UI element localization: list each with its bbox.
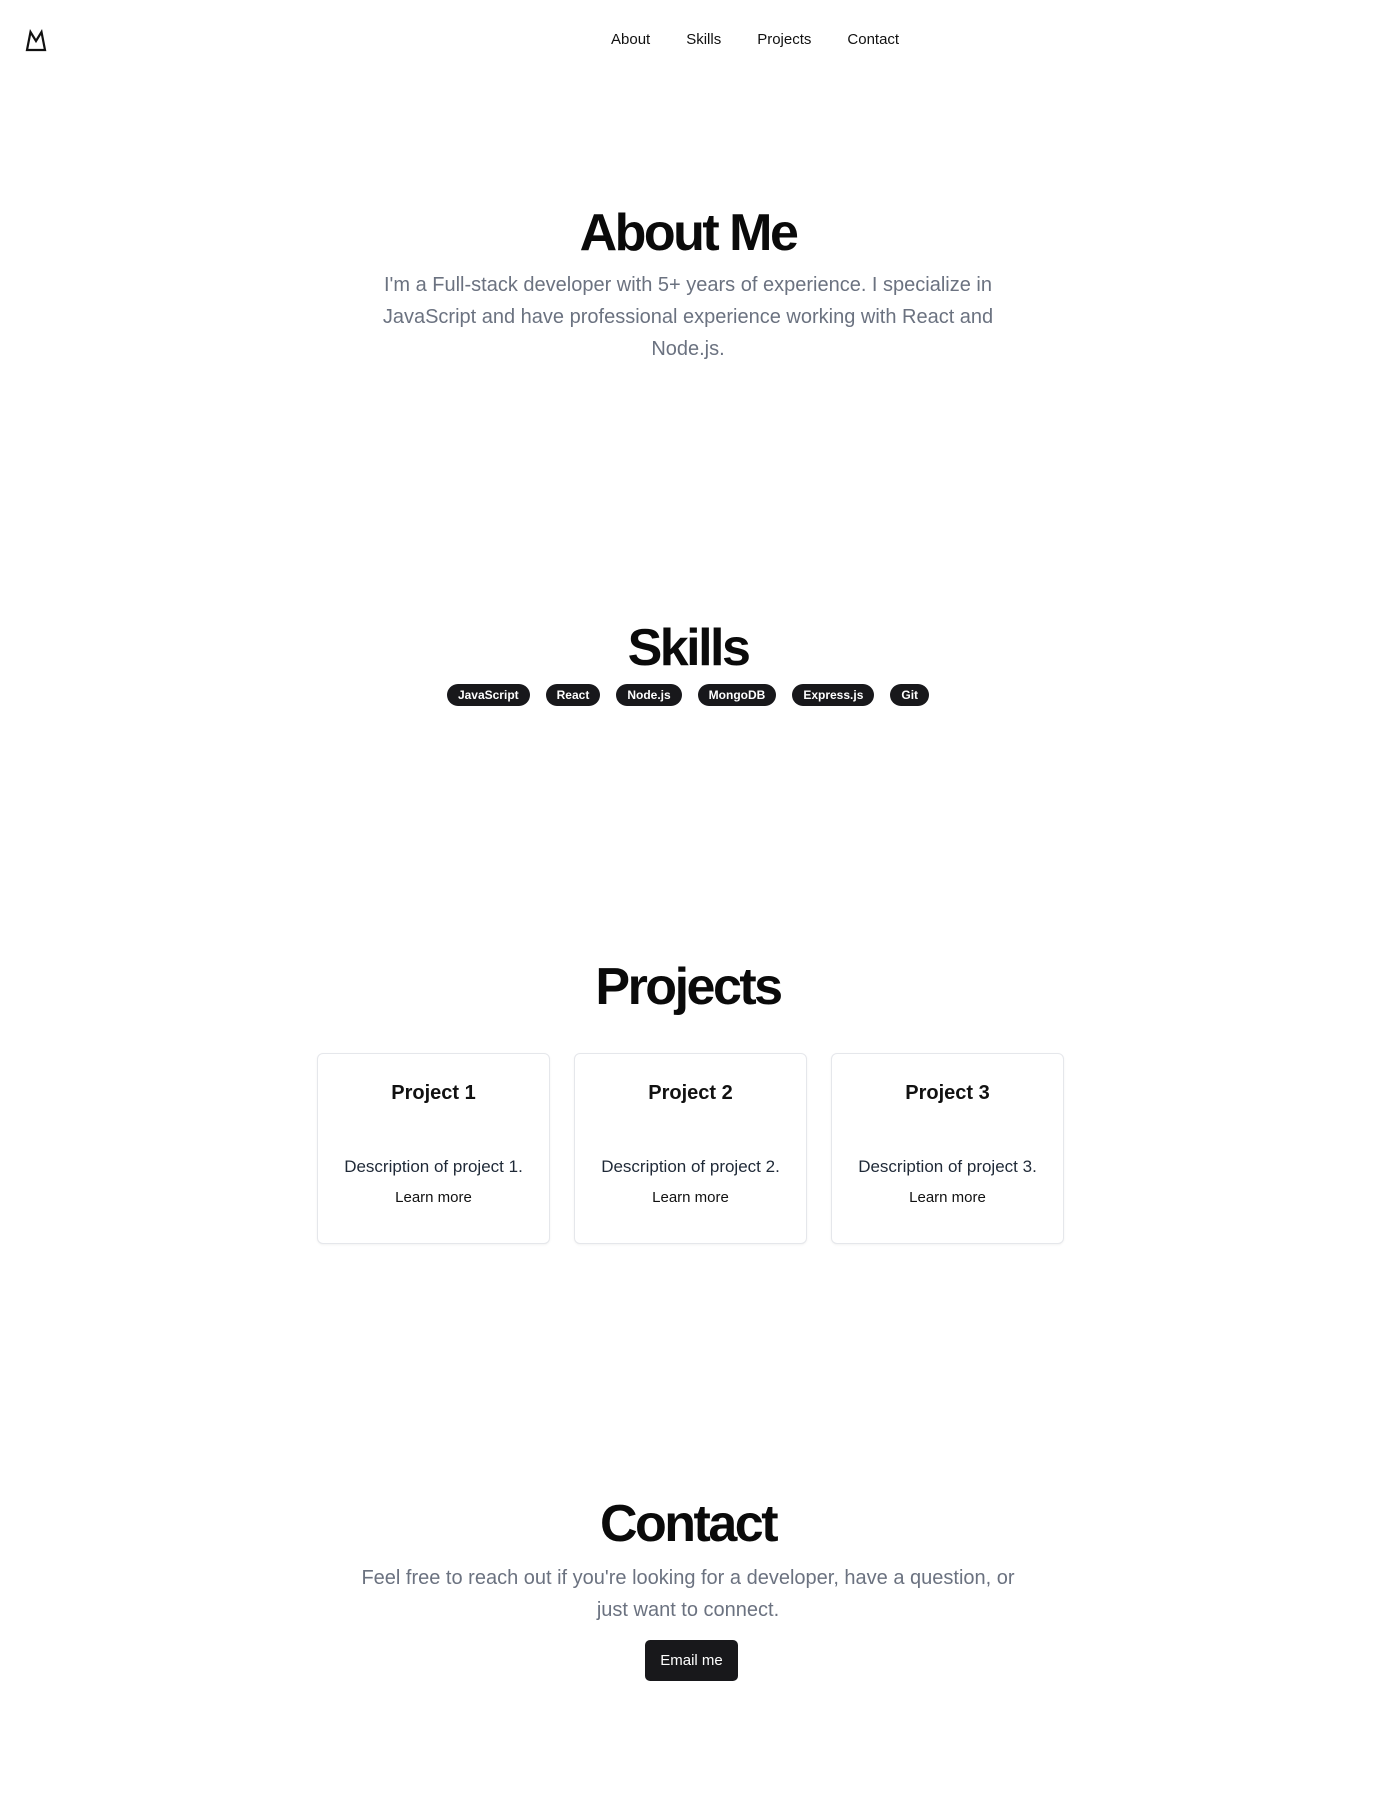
mountain-icon bbox=[25, 29, 47, 52]
about-text-line: JavaScript and have professional experie… bbox=[382, 306, 994, 328]
skills-title: Skills bbox=[627, 619, 751, 677]
learn-more-link[interactable]: Learn more bbox=[318, 1188, 549, 1208]
contact-title: Contact bbox=[599, 1495, 779, 1553]
contact-text: Feel free to reach out if you're looking… bbox=[0, 1562, 1376, 1626]
contact-text-line: Feel free to reach out if you're looking… bbox=[361, 1567, 1015, 1589]
project-card: Project 3 Description of project 3. Lear… bbox=[831, 1053, 1064, 1244]
skill-badge-javascript: JavaScript bbox=[446, 684, 530, 706]
site-header: About Skills Projects Contact bbox=[0, 0, 1376, 80]
project-title: Project 3 bbox=[905, 1082, 990, 1104]
about-text: I'm a Full-stack developer with 5+ years… bbox=[0, 269, 1376, 365]
about-text-line: I'm a Full-stack developer with 5+ years… bbox=[384, 274, 992, 296]
nav-link-about[interactable]: About bbox=[611, 29, 650, 51]
skill-badge-mongodb: MongoDB bbox=[697, 684, 777, 706]
projects-title: Projects bbox=[595, 958, 783, 1016]
project-description: Description of project 3. bbox=[858, 1157, 1037, 1176]
skill-badge-expressjs: Express.js bbox=[792, 684, 875, 706]
main-nav: About Skills Projects Contact bbox=[611, 29, 899, 51]
project-title: Project 2 bbox=[648, 1082, 733, 1104]
skill-badge-git: Git bbox=[890, 684, 930, 706]
email-me-button[interactable]: Email me bbox=[645, 1640, 738, 1681]
projects-grid: Project 1 Description of project 1. Lear… bbox=[317, 1053, 1064, 1244]
nav-link-skills[interactable]: Skills bbox=[686, 29, 721, 51]
page: About Skills Projects Contact About Me I… bbox=[0, 0, 1376, 1799]
skills-list: JavaScript React Node.js MongoDB Express… bbox=[0, 684, 1376, 706]
nav-link-projects[interactable]: Projects bbox=[757, 29, 811, 51]
contact-text-line: just want to connect. bbox=[596, 1599, 780, 1621]
skill-badge-nodejs: Node.js bbox=[616, 684, 682, 706]
learn-more-link[interactable]: Learn more bbox=[575, 1188, 806, 1208]
skill-badge-react: React bbox=[545, 684, 601, 706]
learn-more-link[interactable]: Learn more bbox=[832, 1188, 1063, 1208]
about-text-line: Node.js. bbox=[651, 338, 725, 360]
project-description: Description of project 1. bbox=[344, 1157, 523, 1176]
project-title: Project 1 bbox=[391, 1082, 476, 1104]
project-description: Description of project 2. bbox=[601, 1157, 780, 1176]
about-title: About Me bbox=[579, 204, 799, 262]
project-card: Project 2 Description of project 2. Lear… bbox=[574, 1053, 807, 1244]
project-card: Project 1 Description of project 1. Lear… bbox=[317, 1053, 550, 1244]
nav-link-contact[interactable]: Contact bbox=[847, 29, 899, 51]
